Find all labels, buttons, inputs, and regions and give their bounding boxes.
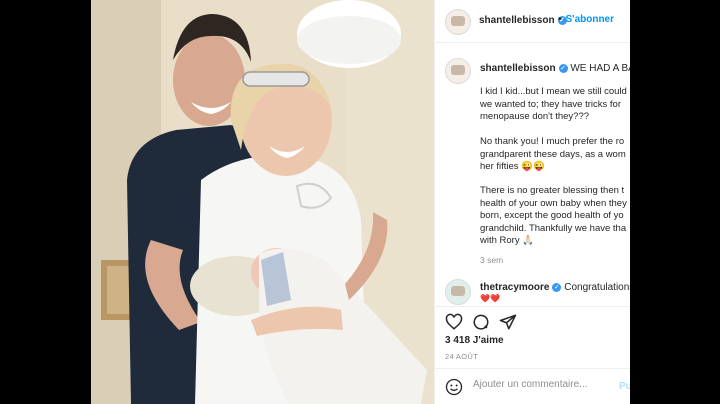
commenter-avatar[interactable] bbox=[445, 279, 471, 305]
caption-header: shantellebisson✓ WE HAD A BAB bbox=[480, 63, 630, 74]
follow-button[interactable]: • S'abonner bbox=[558, 14, 614, 25]
post-date: 24 AOÛT bbox=[445, 352, 478, 361]
comment-text: Congratulations bbox=[564, 282, 630, 293]
caption-username[interactable]: shantellebisson bbox=[480, 63, 556, 74]
separator-dot: • bbox=[558, 14, 562, 25]
emoji-icon[interactable] bbox=[445, 378, 463, 396]
caption-paragraph-3: There is no greater blessing then t heal… bbox=[480, 185, 627, 246]
caption-paragraph-2: No thank you! I much prefer the ro grand… bbox=[480, 136, 626, 172]
comment-icon[interactable] bbox=[472, 313, 490, 331]
comment-input[interactable] bbox=[473, 379, 613, 390]
comment: thetracymoore ✓ Congratulations bbox=[480, 282, 630, 293]
family-photo-illustration bbox=[91, 0, 434, 404]
author-avatar[interactable] bbox=[445, 9, 471, 35]
heart-icon[interactable] bbox=[445, 313, 463, 331]
caption-avatar[interactable] bbox=[445, 58, 471, 84]
add-comment-bar: Pu bbox=[435, 368, 630, 404]
post-header: shantellebisson ✓ • S'abonner bbox=[435, 0, 630, 43]
author-username-text[interactable]: shantellebisson bbox=[479, 15, 555, 26]
likes-count[interactable]: 3 418 J'aime bbox=[445, 335, 504, 346]
publish-button[interactable]: Pu bbox=[619, 381, 630, 392]
verified-badge-icon: ✓ bbox=[552, 283, 562, 292]
share-icon[interactable] bbox=[499, 313, 517, 331]
instagram-post: shantellebisson ✓ • S'abonner shantellebis… bbox=[91, 0, 630, 404]
caption-paragraph-1: I kid I kid...but I mean we still could … bbox=[480, 86, 627, 122]
comment-emoji: ❤️❤️ bbox=[480, 294, 500, 303]
caption-first-line: WE HAD A BAB bbox=[570, 63, 630, 74]
verified-badge-icon: ✓ bbox=[558, 64, 568, 73]
commenter-username[interactable]: thetracymoore bbox=[480, 282, 549, 293]
post-photo[interactable] bbox=[91, 0, 434, 404]
author-username[interactable]: shantellebisson ✓ bbox=[479, 15, 567, 26]
follow-label[interactable]: S'abonner bbox=[566, 14, 615, 25]
post-side-panel: shantellebisson ✓ • S'abonner shantellebis… bbox=[434, 0, 630, 404]
caption-timestamp[interactable]: 3 sem bbox=[480, 255, 503, 265]
